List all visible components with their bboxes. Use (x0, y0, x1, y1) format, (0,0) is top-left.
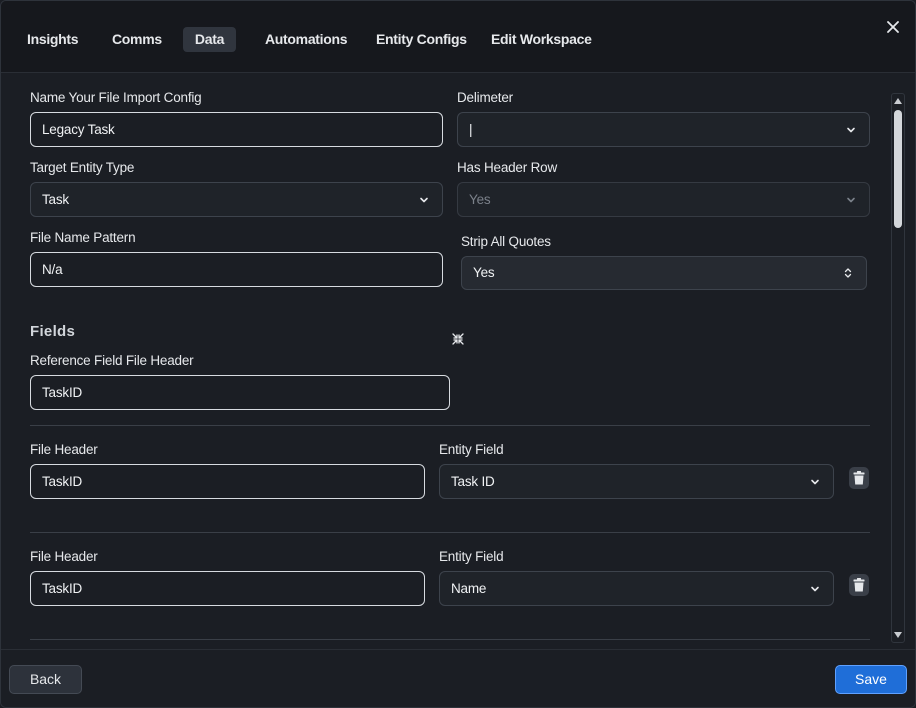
target-entity-select[interactable]: Task (30, 182, 443, 217)
strip-quotes-value: Yes (473, 265, 495, 280)
chevron-down-icon (811, 586, 819, 592)
has-header-select[interactable]: Yes (457, 182, 870, 217)
has-header-label: Has Header Row (457, 160, 557, 175)
file-header-input[interactable]: TaskID (30, 464, 425, 499)
back-button[interactable]: Back (9, 665, 82, 694)
tab-entity-configs[interactable]: Entity Configs (366, 27, 477, 52)
entity-field-value: Task ID (451, 474, 495, 489)
entity-field-select[interactable]: Name (439, 571, 834, 606)
delete-mapping-button[interactable] (849, 574, 869, 596)
has-header-value: Yes (469, 192, 491, 207)
tab-comms[interactable]: Comms (102, 27, 172, 52)
strip-quotes-select[interactable]: Yes (461, 256, 867, 290)
entity-field-label: Entity Field (439, 549, 504, 564)
tab-automations[interactable]: Automations (255, 27, 357, 52)
tab-insights[interactable]: Insights (17, 27, 88, 52)
chevron-down-icon (420, 197, 428, 203)
form-content: Name Your File Import Config Legacy Task… (1, 74, 915, 650)
target-entity-value: Task (42, 192, 69, 207)
file-pattern-label: File Name Pattern (30, 230, 136, 245)
tab-edit-workspace[interactable]: Edit Workspace (481, 27, 602, 52)
trash-icon (853, 471, 865, 485)
divider (30, 639, 870, 640)
fields-section-title: Fields (30, 323, 76, 340)
delete-mapping-button[interactable] (849, 467, 869, 489)
delimeter-value: | (469, 122, 473, 137)
entity-field-label: Entity Field (439, 442, 504, 457)
config-name-label: Name Your File Import Config (30, 90, 202, 105)
chevron-down-icon (811, 479, 819, 485)
delimeter-select[interactable]: | (457, 112, 870, 147)
entity-field-value: Name (451, 581, 487, 596)
config-name-input[interactable]: Legacy Task (30, 112, 443, 147)
up-down-chevron-icon (844, 268, 852, 278)
reference-field-label: Reference Field File Header (30, 353, 194, 368)
scrollbar[interactable] (891, 93, 905, 643)
chevron-down-icon (847, 127, 855, 133)
scroll-up-arrow[interactable] (894, 98, 902, 104)
chevron-down-icon (847, 197, 855, 203)
file-import-config-modal: Insights Comms Data Automations Entity C… (0, 0, 916, 708)
collapse-icon[interactable] (452, 333, 464, 345)
file-header-input[interactable]: TaskID (30, 571, 425, 606)
file-pattern-input[interactable]: N/a (30, 252, 443, 287)
tab-bar: Insights Comms Data Automations Entity C… (1, 1, 915, 73)
scrollbar-thumb[interactable] (894, 110, 902, 228)
close-icon[interactable] (883, 17, 903, 37)
entity-field-select[interactable]: Task ID (439, 464, 834, 499)
delimeter-label: Delimeter (457, 90, 513, 105)
scroll-down-arrow[interactable] (894, 632, 902, 638)
strip-quotes-label: Strip All Quotes (461, 234, 551, 249)
divider (30, 532, 870, 533)
reference-field-input[interactable]: TaskID (30, 375, 450, 410)
save-button[interactable]: Save (835, 665, 907, 694)
modal-footer: Back Save (1, 649, 915, 707)
file-header-label: File Header (30, 549, 98, 564)
file-header-label: File Header (30, 442, 98, 457)
divider (30, 425, 870, 426)
target-entity-label: Target Entity Type (30, 160, 135, 175)
trash-icon (853, 578, 865, 592)
tab-data[interactable]: Data (183, 27, 236, 52)
